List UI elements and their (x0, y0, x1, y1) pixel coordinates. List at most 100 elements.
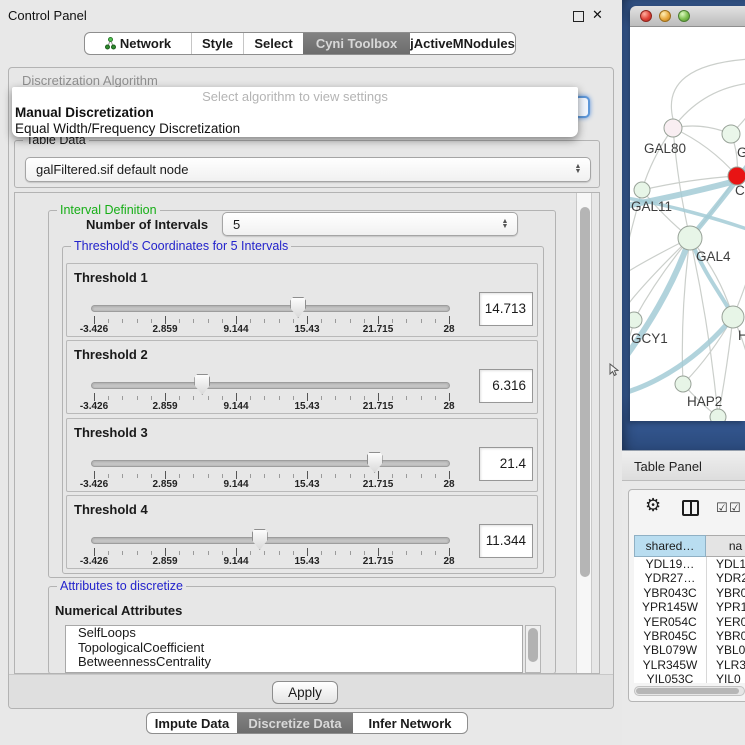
network-edge[interactable] (642, 128, 673, 190)
network-node[interactable] (634, 182, 650, 198)
scrollbar-thumb[interactable] (636, 688, 739, 694)
network-node[interactable] (675, 376, 691, 392)
slider-tick-label: 2.859 (152, 479, 177, 490)
cell-shared-name[interactable]: YIL053C (634, 672, 706, 683)
tab-select[interactable]: Select (243, 33, 303, 54)
cell-name[interactable]: YBR0 (706, 629, 745, 643)
cell-shared-name[interactable]: YBR045C (634, 629, 706, 643)
algorithm-dropdown-prompt[interactable]: Select algorithm to view settings (12, 89, 578, 105)
table-horizontal-scrollbar[interactable] (634, 686, 745, 696)
table-row[interactable]: YLR345WYLR3 (634, 658, 745, 672)
table-row[interactable]: YPR145WYPR1 (634, 600, 745, 614)
apply-button[interactable]: Apply (272, 681, 338, 704)
table-data-combobox[interactable]: galFiltered.sif default node ▲▼ (25, 157, 591, 182)
minimize-traffic-light[interactable] (659, 10, 671, 22)
table-row[interactable]: YBR045CYBR0 (634, 629, 745, 643)
tab-network[interactable]: Network (85, 33, 191, 54)
cell-name[interactable]: YPR1 (706, 600, 745, 614)
cell-name[interactable]: YBR0 (706, 586, 745, 600)
number-of-intervals-combobox[interactable]: 5 ▲▼ (222, 212, 518, 236)
tab-impute-data[interactable]: Impute Data (147, 713, 237, 733)
slider-tick (321, 319, 322, 323)
cell-name[interactable]: YIL0 (706, 672, 745, 683)
table-row[interactable]: YDR27…YDR2 (634, 571, 745, 585)
tab-style[interactable]: Style (191, 33, 243, 54)
slider-tick (137, 551, 138, 555)
cell-shared-name[interactable]: YBR043C (634, 586, 706, 600)
tab-cyni-toolbox[interactable]: Cyni Toolbox (303, 33, 410, 54)
slider-tick (236, 393, 237, 401)
threshold-2-slider-thumb[interactable] (194, 374, 210, 395)
scrollbar-thumb[interactable] (528, 628, 538, 662)
cell-shared-name[interactable]: YER054C (634, 615, 706, 629)
cell-shared-name[interactable]: YDL19… (634, 557, 706, 571)
list-item[interactable]: TopologicalCoefficient (66, 641, 522, 656)
network-window-titlebar[interactable] (630, 6, 745, 27)
float-window-icon[interactable] (573, 11, 584, 22)
tab-infer-network[interactable]: Infer Network (353, 713, 467, 733)
table-row[interactable]: YBR043CYBR0 (634, 586, 745, 600)
threshold-2-value-field[interactable]: 6.316 (479, 369, 533, 403)
checkbox-icon[interactable]: ☑ (729, 500, 741, 516)
threshold-1-slider-thumb[interactable] (290, 297, 306, 318)
scrollbar-thumb[interactable] (580, 207, 590, 577)
algorithm-option-manual[interactable]: Manual Discretization (12, 105, 578, 121)
threshold-4-value-field[interactable]: 11.344 (479, 524, 533, 558)
table-row[interactable]: YIL053CYIL0 (634, 672, 745, 683)
threshold-1-slider-track[interactable] (91, 305, 450, 312)
cell-name[interactable]: YDR2 (706, 571, 745, 585)
cell-shared-name[interactable]: YPR145W (634, 600, 706, 614)
slider-tick-label: 28 (443, 556, 454, 567)
slider-tick (364, 319, 365, 323)
network-node[interactable] (678, 226, 702, 250)
tab-discretize-data[interactable]: Discretize Data (237, 713, 353, 733)
cell-shared-name[interactable]: YBL079W (634, 643, 706, 657)
cell-name[interactable]: YER0 (706, 615, 745, 629)
cell-shared-name[interactable]: YDR27… (634, 571, 706, 585)
network-canvas[interactable]: GAL80G.CGAL11GAL4GCY1HHAP2 (630, 27, 745, 421)
threshold-4-slider-track[interactable] (91, 537, 450, 544)
slider-tick (208, 319, 209, 323)
table-row[interactable]: YDL19…YDL1 (634, 557, 745, 571)
close-traffic-light[interactable] (640, 10, 652, 22)
gear-icon[interactable]: ⚙ (645, 496, 661, 514)
cell-shared-name[interactable]: YLR345W (634, 658, 706, 672)
table-row[interactable]: YER054CYER0 (634, 615, 745, 629)
threshold-1-value-field[interactable]: 14.713 (479, 292, 533, 326)
network-node[interactable] (664, 119, 682, 137)
network-edge[interactable] (671, 59, 745, 119)
attributes-list-scrollbar[interactable] (525, 625, 541, 673)
network-node[interactable] (722, 306, 744, 328)
algorithm-option-equal-width[interactable]: Equal Width/Frequency Discretization (12, 121, 578, 137)
tab-jactivemnodules[interactable]: jActiveMNodules (410, 33, 515, 54)
network-edge[interactable] (673, 83, 745, 128)
threshold-3-slider-track[interactable] (91, 460, 450, 467)
threshold-3-value-field[interactable]: 21.4 (479, 447, 533, 481)
select-all-checkbox-icon[interactable]: ☑ (716, 500, 728, 516)
numerical-attributes-list[interactable]: SelfLoops TopologicalCoefficient Between… (65, 625, 523, 673)
slider-tick (264, 551, 265, 555)
network-node-label: HAP2 (687, 394, 722, 409)
cell-name[interactable]: YLR3 (706, 658, 745, 672)
settings-vertical-scrollbar[interactable] (576, 193, 592, 673)
zoom-traffic-light[interactable] (678, 10, 690, 22)
network-node[interactable] (630, 312, 642, 328)
threshold-4-slider-thumb[interactable] (252, 529, 268, 550)
slider-tick (179, 551, 180, 555)
columns-icon[interactable] (682, 500, 699, 516)
column-header-name[interactable]: na (706, 535, 745, 557)
network-node[interactable] (710, 409, 726, 421)
threshold-3-slider-thumb[interactable] (367, 452, 383, 473)
network-node[interactable] (722, 125, 740, 143)
list-item[interactable]: BetweennessCentrality (66, 655, 522, 670)
slider-tick (392, 474, 393, 478)
list-item[interactable]: SelfLoops (66, 626, 522, 641)
table-row[interactable]: YBL079WYBL0 (634, 643, 745, 657)
cell-name[interactable]: YDL1 (706, 557, 745, 571)
threshold-2-slider-track[interactable] (91, 382, 450, 389)
close-icon[interactable]: ✕ (592, 7, 603, 23)
column-header-shared-name[interactable]: shared… (634, 535, 706, 557)
network-edge[interactable] (634, 238, 690, 320)
cell-name[interactable]: YBL0 (706, 643, 745, 657)
interval-definition-group-label: Interval Definition (57, 203, 160, 218)
